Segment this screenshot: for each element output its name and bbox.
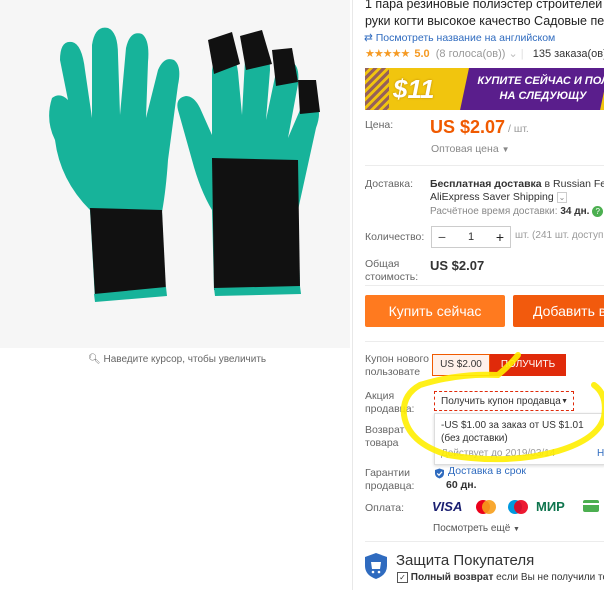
maestro-icon	[506, 498, 530, 516]
rating-value: 5.0	[414, 48, 430, 60]
quantity-stepper: − 1 +	[431, 226, 511, 248]
delivery-time: Расчётное время доставки: 34 дн. ?	[430, 206, 604, 217]
translate-title-link[interactable]: ⇄ Посмотреть название на английском	[364, 32, 555, 44]
caret-down-icon: ▼	[513, 526, 520, 533]
promo-banner[interactable]: $11 КУПИТЕ СЕЙЧАС И ПОЛ НА СЛЕДУЮЩУ	[365, 68, 604, 110]
title-line-2: руки когти высокое качество Садовые перч	[365, 14, 604, 28]
divider	[352, 0, 353, 590]
buy-now-button[interactable]: Купить сейчас	[365, 295, 505, 327]
highlight-annotation	[398, 351, 604, 463]
quantity-plus-button[interactable]: +	[490, 227, 510, 247]
chevron-down-icon: ⌄	[508, 48, 518, 60]
guarantee-days: 60 дн.	[446, 479, 477, 491]
total-label: Общая стоимость:	[365, 258, 419, 283]
buyer-protection-shield-icon	[364, 552, 388, 580]
magnifier-icon: 🔍︎	[88, 354, 101, 365]
quantity-input[interactable]: 1	[452, 227, 490, 247]
title-line-1: 1 пара резиновые полиэстер строителей са	[365, 0, 604, 11]
divider	[365, 285, 604, 286]
divider	[365, 341, 604, 342]
price-value: US $2.07	[430, 117, 506, 137]
payment-label: Оплата:	[365, 502, 405, 514]
visa-icon: VISA	[432, 499, 463, 514]
banner-stripes	[365, 68, 389, 110]
divider	[365, 541, 604, 542]
divider	[365, 165, 604, 166]
mir-icon: МИР	[536, 499, 565, 514]
promo-amount: $11	[393, 74, 435, 104]
price-unit: / шт.	[508, 123, 529, 135]
shipping-label: Доставка:	[365, 178, 414, 190]
translate-icon: ⇄	[364, 32, 373, 44]
quantity-label: Количество:	[365, 231, 425, 243]
wholesale-price-toggle[interactable]: Оптовая цена ▼	[431, 143, 510, 155]
votes-link[interactable]: (8 голоса(ов))	[436, 48, 506, 60]
more-payments-link[interactable]: Посмотреть ещё ▼	[433, 523, 520, 534]
price-label: Цена:	[365, 119, 394, 131]
full-refund-line: ✓ Полный возврат если Вы не получили тов…	[397, 572, 604, 583]
guarantee-label: Гарантии продавца:	[365, 467, 415, 492]
shipping-info[interactable]: Бесплатная доставка в Russian Fede AliEx…	[430, 178, 604, 204]
caret-down-icon: ▼	[501, 145, 510, 154]
mastercard-icon	[474, 498, 498, 516]
product-image[interactable]	[0, 0, 350, 348]
chevron-down-icon: ⌄	[556, 192, 568, 203]
help-icon[interactable]: ?	[592, 206, 604, 217]
quantity-available: шт. (241 шт. доступн	[515, 230, 604, 241]
promo-text: КУПИТЕ СЕЙЧАС И ПОЛ НА СЛЕДУЮЩУ	[477, 75, 604, 102]
star-rating-icon: ★★★★★	[365, 48, 410, 60]
product-title: 1 пара резиновые полиэстер строителей са…	[365, 0, 604, 30]
card-icon	[582, 498, 600, 516]
orders-count: 135 заказа(ов)	[532, 48, 604, 60]
checkbox-checked-icon: ✓	[397, 572, 408, 583]
quantity-minus-button[interactable]: −	[432, 227, 452, 247]
zoom-hint: 🔍︎ Наведите курсор, чтобы увеличить	[88, 354, 267, 365]
buyer-protection-title: Защита Покупателя	[396, 552, 535, 569]
add-to-cart-button[interactable]: Добавить в	[513, 295, 604, 327]
gloves-image	[0, 0, 350, 348]
rating-row: ★★★★★ 5.0 (8 голоса(ов)) ⌄ | 135 заказа(…	[365, 47, 604, 60]
shield-check-icon	[434, 466, 445, 479]
total-price: US $2.07	[430, 258, 485, 273]
separator: |	[520, 48, 524, 60]
delivery-guarantee-link[interactable]: Доставка в срок	[448, 465, 526, 477]
